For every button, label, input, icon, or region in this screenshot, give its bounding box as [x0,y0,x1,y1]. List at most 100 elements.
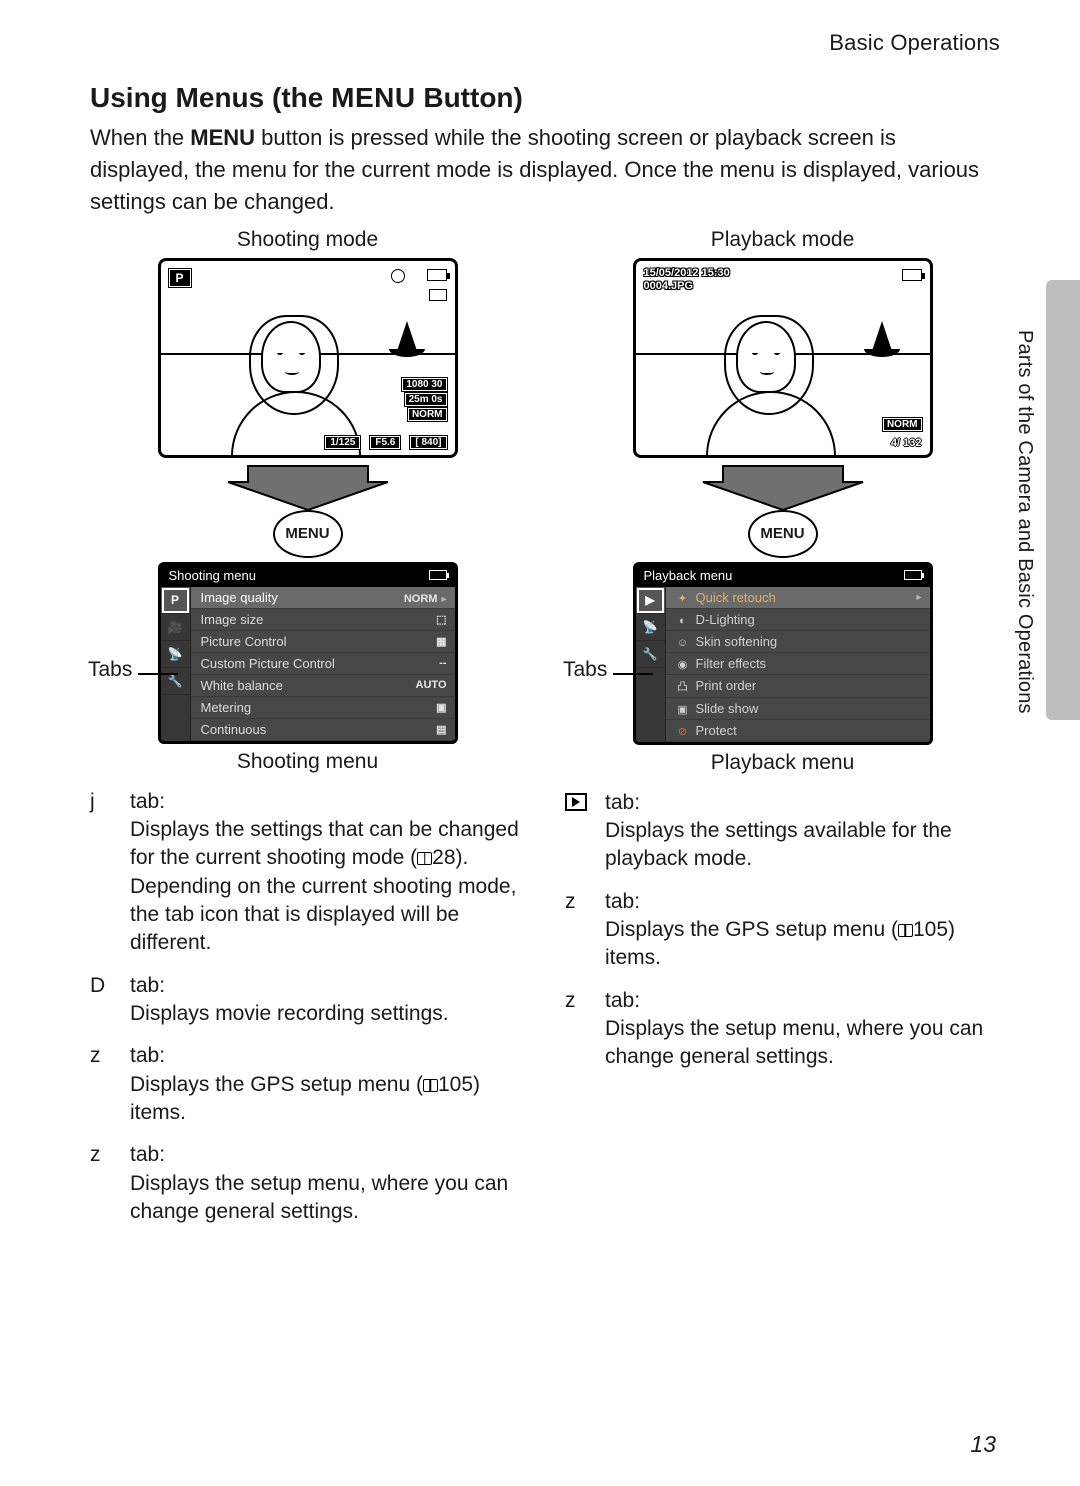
tab-body: Displays the GPS setup menu ( [130,1073,423,1096]
battery-icon [902,269,922,281]
tab-body: Displays the settings available for the … [605,819,952,870]
record-dot-icon [391,269,405,283]
book-ref-icon [417,852,432,865]
lcd-bottom-bar: 1/125 F5.6 [ 840] [211,436,447,449]
menu-item[interactable]: Custom Picture Control-- [191,653,455,675]
lcd-aperture: F5.6 [370,436,400,449]
tab-head: tab: [130,1143,165,1166]
menu-item[interactable]: White balanceAUTO [191,675,455,697]
tab-gps-icon[interactable]: 📡 [161,641,190,668]
tab-head: tab: [130,1044,165,1067]
lcd-resolution: 1080 30 [402,378,446,391]
menu-item[interactable]: Picture Control▦ [191,631,455,653]
page-title: Using Menus (the MENU Button) [90,82,1000,114]
p-mode-icon: P [169,269,191,287]
tab-setup-icon[interactable]: 🔧 [636,641,665,668]
menu-item[interactable]: ◉Filter effects [666,653,930,675]
tab-desc-item: tab: Displays the settings available for … [565,789,1000,874]
tab-desc-item: z tab: Displays the setup menu, where you… [90,1141,525,1226]
menu-item[interactable]: 凸Print order [666,675,930,698]
playback-menu-items: ✦Quick retouch▸ ◐D-Lighting ☺Skin soften… [666,587,930,742]
tabs-callout-line [138,673,178,675]
tab-desc-item: z tab:Displays the setup menu, where you… [565,987,1000,1072]
arrow-to-menu: MENU [158,460,458,558]
menu-tabs-column: ▶ 📡 🔧 [636,587,666,742]
shooting-menu-title: Shooting menu [169,568,256,583]
shooting-tabs-desc: j tab:Displays the settings that can be … [90,788,525,1227]
shooting-menu-screen: Shooting menu P 🎥 📡 🔧 Image qualityNORM▸… [158,562,458,744]
menu-item[interactable]: ✦Quick retouch▸ [666,587,930,609]
tabs-callout-line [613,673,653,675]
playback-count: 4/ 132 [891,437,922,449]
menu-item[interactable]: Image qualityNORM▸ [191,587,455,609]
tabs-callout-label: Tabs [88,658,132,682]
menu-item[interactable]: Image size⬚ [191,609,455,631]
tab-head: tab: [605,890,640,913]
menu-item[interactable]: ▣Slide show [666,698,930,720]
playback-lcd: 15/05/2012 15:300004.JPG NORM 4/ 132 [633,258,933,458]
tab-desc-item: z tab:Displays the GPS setup menu (105) … [565,888,1000,973]
title-pre: Using Menus (the [90,82,331,113]
book-ref-icon [423,1079,438,1092]
tab-body: Displays movie recording settings. [130,1002,449,1025]
page-ref: 105 [438,1073,473,1096]
page-ref: 105 [913,918,948,941]
tab-symbol: z [90,1141,130,1226]
shooting-menu-label: Shooting menu [158,750,458,774]
play-icon [565,793,587,811]
playback-mode-label: Playback mode [565,228,1000,252]
playback-norm: NORM [883,418,922,431]
menu-item[interactable]: Continuous▤ [191,719,455,741]
lcd-right-stack: 1080 30 25m 0s NORM [402,376,446,421]
tab-playback-icon[interactable]: ▶ [636,587,665,614]
menu-item[interactable]: ◐D-Lighting [666,609,930,631]
book-ref-icon [898,924,913,937]
tab-shooting-icon[interactable]: P [161,587,190,614]
side-thumb-tab [1046,280,1080,720]
menu-item[interactable]: ☺Skin softening [666,631,930,653]
lcd-rectime: 25m 0s [405,393,447,406]
lcd-shutter: 1/125 [325,436,360,449]
tab-movie-icon[interactable]: 🎥 [161,614,190,641]
menu-button[interactable]: MENU [273,510,343,558]
intro-a: When the [90,125,190,150]
tab-symbol: z [90,1042,130,1127]
tab-symbol [565,789,605,874]
menu-button[interactable]: MENU [748,510,818,558]
tab-body: Displays the GPS setup menu ( [605,918,898,941]
shooting-lcd: P 1080 30 25m 0s NORM 1/125 F5.6 [ 840] [158,258,458,458]
section-header: Basic Operations [90,30,1000,56]
playback-column: Playback mode 15/05/2012 15:300004.JPG N… [565,228,1000,1241]
shooting-menu-items: Image qualityNORM▸ Image size⬚ Picture C… [191,587,455,741]
tab-gps-icon[interactable]: 📡 [636,614,665,641]
menu-item[interactable]: Metering▣ [191,697,455,719]
playback-menu-screen: Playback menu ▶ 📡 🔧 ✦Quick retouch▸ ◐D-L… [633,562,933,745]
menu-tabs-column: P 🎥 📡 🔧 [161,587,191,741]
tab-head: tab: [605,989,640,1012]
arrow-to-menu: MENU [633,460,933,558]
title-post: Button) [416,82,523,113]
playback-timestamp: 15/05/2012 15:300004.JPG [644,267,730,293]
tab-body: Displays the setup menu, where you can c… [130,1172,508,1223]
tab-desc-item: j tab:Displays the settings that can be … [90,788,525,958]
page-number: 13 [970,1431,996,1458]
lcd-remaining: [ 840] [410,436,446,449]
tab-head: tab: [130,974,165,997]
tab-symbol: z [565,888,605,973]
battery-icon [429,570,447,580]
tab-desc-item: D tab: Displays movie recording settings. [90,972,525,1029]
battery-icon [904,570,922,580]
tab-head: tab: [605,791,640,814]
intro-menu-word: MENU [190,125,255,150]
bracket-icon [429,289,447,301]
playback-tabs-desc: tab: Displays the settings available for … [565,789,1000,1072]
menu-item[interactable]: ⊘Protect [666,720,930,742]
side-section-label: Parts of the Camera and Basic Operations [1013,330,1036,714]
shooting-column: Shooting mode P 1080 30 25m 0s NORM [90,228,525,1241]
playback-menu-title: Playback menu [644,568,733,583]
playback-menu-label: Playback menu [633,751,933,775]
page-ref: 28 [432,846,455,869]
tab-symbol: D [90,972,130,1029]
tabs-callout-label: Tabs [563,658,607,682]
tab-body: Displays the setup menu, where you can c… [605,1017,983,1068]
